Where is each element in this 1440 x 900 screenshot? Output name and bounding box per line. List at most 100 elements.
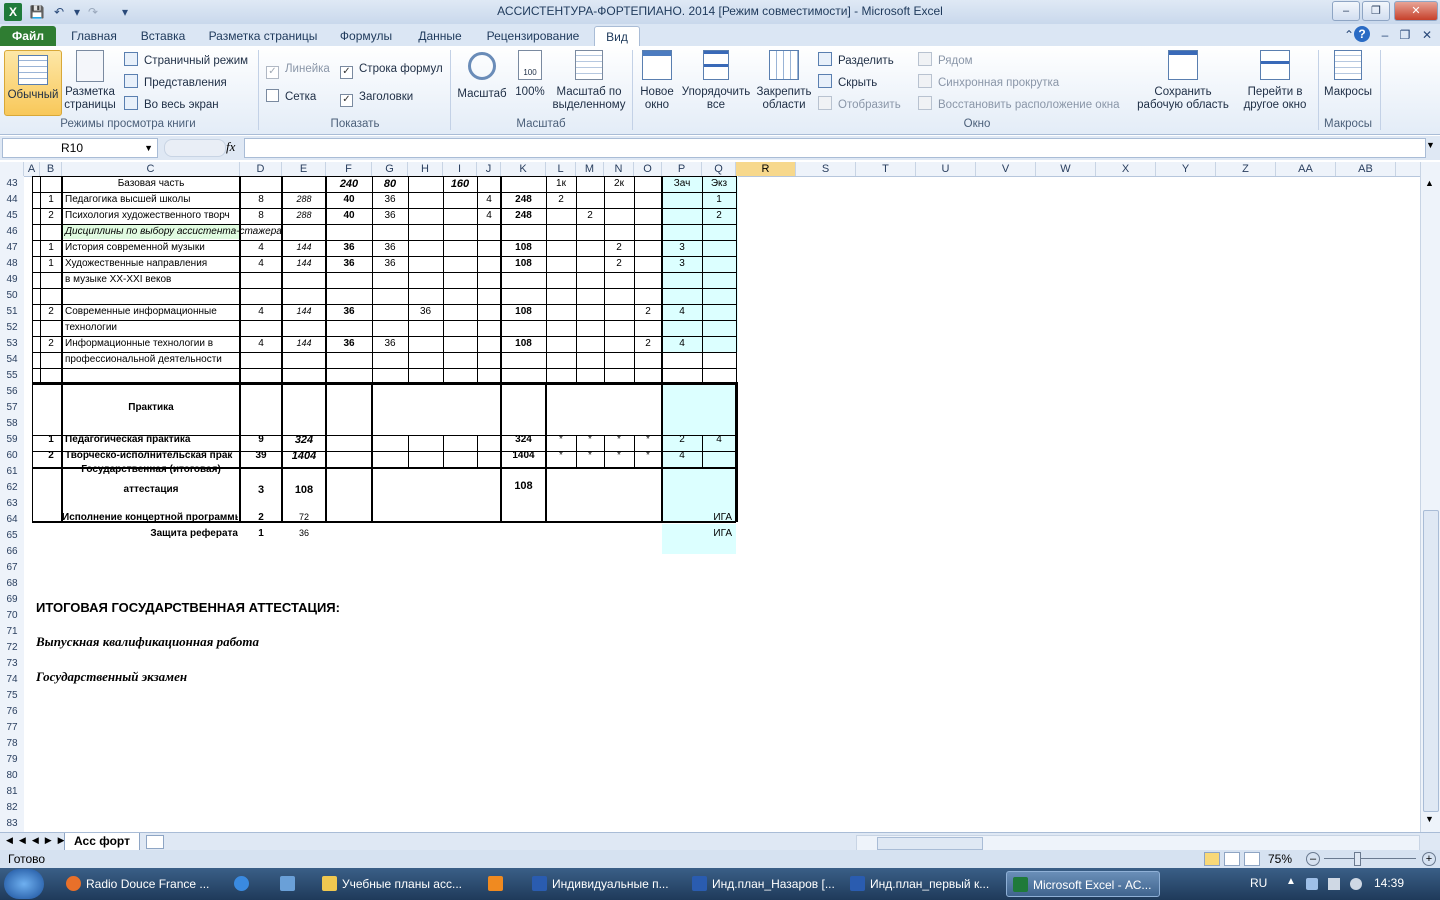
hide-button[interactable]: Скрыть — [818, 74, 877, 92]
column-header[interactable]: T — [856, 162, 916, 176]
formula-input[interactable] — [244, 138, 1426, 158]
cell[interactable]: 4 — [662, 338, 702, 349]
zoom-in-icon[interactable]: + — [1422, 852, 1436, 866]
cell[interactable]: 108 — [501, 306, 546, 317]
practice-label[interactable]: Практика — [62, 402, 240, 413]
column-header[interactable]: Z — [1216, 162, 1276, 176]
cell[interactable]: 108 — [501, 480, 546, 492]
column-header[interactable]: C — [62, 162, 240, 176]
cell[interactable]: 80 — [372, 178, 408, 190]
column-header[interactable]: J — [477, 162, 501, 176]
ruler-checkbox[interactable]: ✓ Линейка — [266, 60, 330, 79]
column-header[interactable]: P — [662, 162, 702, 176]
cell[interactable]: 108 — [282, 484, 326, 496]
formula-bar-checkbox[interactable]: ✓ Строка формул — [340, 60, 443, 79]
language-indicator[interactable]: RU — [1250, 876, 1267, 890]
column-header[interactable]: Y — [1156, 162, 1216, 176]
zoom-100-button[interactable]: 100 100% — [512, 50, 548, 99]
freeze-panes-button[interactable]: Закрепить области — [754, 50, 814, 112]
split-button[interactable]: Разделить — [818, 52, 894, 70]
cell[interactable]: 2к — [604, 178, 634, 189]
tab-data[interactable]: Данные — [408, 26, 472, 46]
scroll-thumb[interactable] — [1423, 510, 1439, 812]
cell[interactable]: 2 — [576, 210, 604, 221]
zoom-button[interactable]: Масштаб — [456, 50, 508, 101]
column-header[interactable]: W — [1036, 162, 1096, 176]
doc-minimize-icon[interactable]: – — [1376, 26, 1394, 44]
headings-checkbox[interactable]: ✓ Заголовки — [340, 88, 413, 107]
taskbar-item-word-3[interactable]: Инд.план_первый к... — [844, 871, 998, 897]
page-layout-view-button[interactable]: Разметка страницы — [62, 50, 118, 112]
cell[interactable]: 144 — [282, 258, 326, 268]
column-header[interactable]: E — [282, 162, 326, 176]
cell[interactable]: 2 — [546, 194, 576, 205]
zoom-out-icon[interactable]: – — [1306, 852, 1320, 866]
cell[interactable]: 144 — [282, 306, 326, 316]
cell[interactable]: 144 — [282, 242, 326, 252]
cell[interactable]: 36 — [326, 242, 372, 253]
network-tray-icon[interactable] — [1328, 878, 1340, 890]
state-exam-text[interactable]: Государственный экзамен — [36, 669, 187, 685]
cell[interactable]: 248 — [501, 194, 546, 205]
cell[interactable]: 1 — [40, 194, 62, 205]
column-header[interactable]: O — [634, 162, 662, 176]
cell[interactable]: История современной музыки — [62, 242, 243, 253]
sync-scroll-button[interactable]: Синхронная прокрутка — [918, 74, 1059, 92]
cell[interactable]: 3 — [240, 484, 282, 496]
page-break-status-icon[interactable] — [1244, 852, 1260, 866]
cell[interactable]: Педагогика высшей школы — [62, 194, 243, 205]
cell[interactable]: 8 — [240, 194, 282, 205]
switch-windows-button[interactable]: Перейти в другое окно — [1236, 50, 1314, 112]
cell[interactable]: Дисциплины по выбору ассистента-стажера — [62, 226, 295, 237]
column-header[interactable]: G — [372, 162, 408, 176]
cell[interactable]: 36 — [372, 194, 408, 205]
cell[interactable]: 3 — [662, 242, 702, 253]
cell[interactable]: 36 — [408, 306, 443, 317]
tab-home[interactable]: Главная — [62, 26, 126, 46]
cell[interactable]: ИГА — [702, 528, 732, 539]
arrange-all-button[interactable]: Упорядочить все — [680, 50, 752, 112]
tab-insert[interactable]: Вставка — [134, 26, 192, 46]
cell[interactable]: 2 — [40, 306, 62, 317]
tab-review[interactable]: Рецензирование — [480, 26, 586, 46]
vertical-scrollbar[interactable]: ▲ ▼ — [1420, 162, 1440, 832]
column-header[interactable]: A — [24, 162, 40, 176]
save-workspace-button[interactable]: Сохранить рабочую область — [1134, 50, 1232, 112]
minimize-button[interactable]: – — [1332, 1, 1360, 21]
normal-view-status-icon[interactable] — [1204, 852, 1220, 866]
cell[interactable]: 1 — [40, 258, 62, 269]
cell[interactable]: 2 — [634, 338, 662, 349]
cell[interactable]: 36 — [326, 306, 372, 317]
attestation-label[interactable]: Государственная (итоговая) — [62, 464, 240, 475]
close-button[interactable]: ✕ — [1394, 1, 1438, 21]
column-header[interactable]: AB — [1336, 162, 1396, 176]
cell[interactable]: 36 — [372, 210, 408, 221]
cell[interactable]: 108 — [501, 338, 546, 349]
scroll-down-icon[interactable]: ▼ — [1425, 814, 1434, 824]
cell[interactable]: Современные информационные — [62, 306, 243, 317]
page-break-view-button[interactable]: Страничный режим — [124, 52, 248, 70]
cell[interactable]: 2 — [634, 306, 662, 317]
column-header[interactable]: L — [546, 162, 576, 176]
taskbar-item-firefox[interactable]: Radio Douce France ... — [60, 871, 216, 897]
column-header[interactable]: U — [916, 162, 976, 176]
taskbar-item-ie[interactable] — [228, 871, 264, 897]
worksheet-grid[interactable]: Базовая часть 240 80 160 1к 2к Зач Экз 1 Педагоги… — [0, 176, 1420, 832]
column-header[interactable]: K — [501, 162, 546, 176]
cell[interactable]: 36 — [326, 338, 372, 349]
tray-arrow-icon[interactable]: ▲ — [1286, 876, 1296, 887]
doc-close-icon[interactable]: ✕ — [1418, 26, 1436, 44]
cell[interactable]: 4 — [477, 194, 501, 205]
cell[interactable]: профессиональной деятельности — [62, 354, 243, 365]
cell[interactable]: 2 — [604, 258, 634, 269]
cell[interactable]: 4 — [240, 306, 282, 317]
column-header[interactable]: H — [408, 162, 443, 176]
horizontal-scrollbar[interactable] — [856, 835, 1420, 851]
tab-view[interactable]: Вид — [594, 26, 640, 47]
taskbar-item-explorer[interactable]: Учебные планы асс... — [316, 871, 472, 897]
cell[interactable]: 4 — [240, 338, 282, 349]
taskbar-item-word-2[interactable]: Инд.план_Назаров [... — [686, 871, 838, 897]
cell[interactable]: 1 — [240, 528, 282, 539]
cell[interactable]: 4 — [240, 258, 282, 269]
cell[interactable]: 4 — [662, 306, 702, 317]
